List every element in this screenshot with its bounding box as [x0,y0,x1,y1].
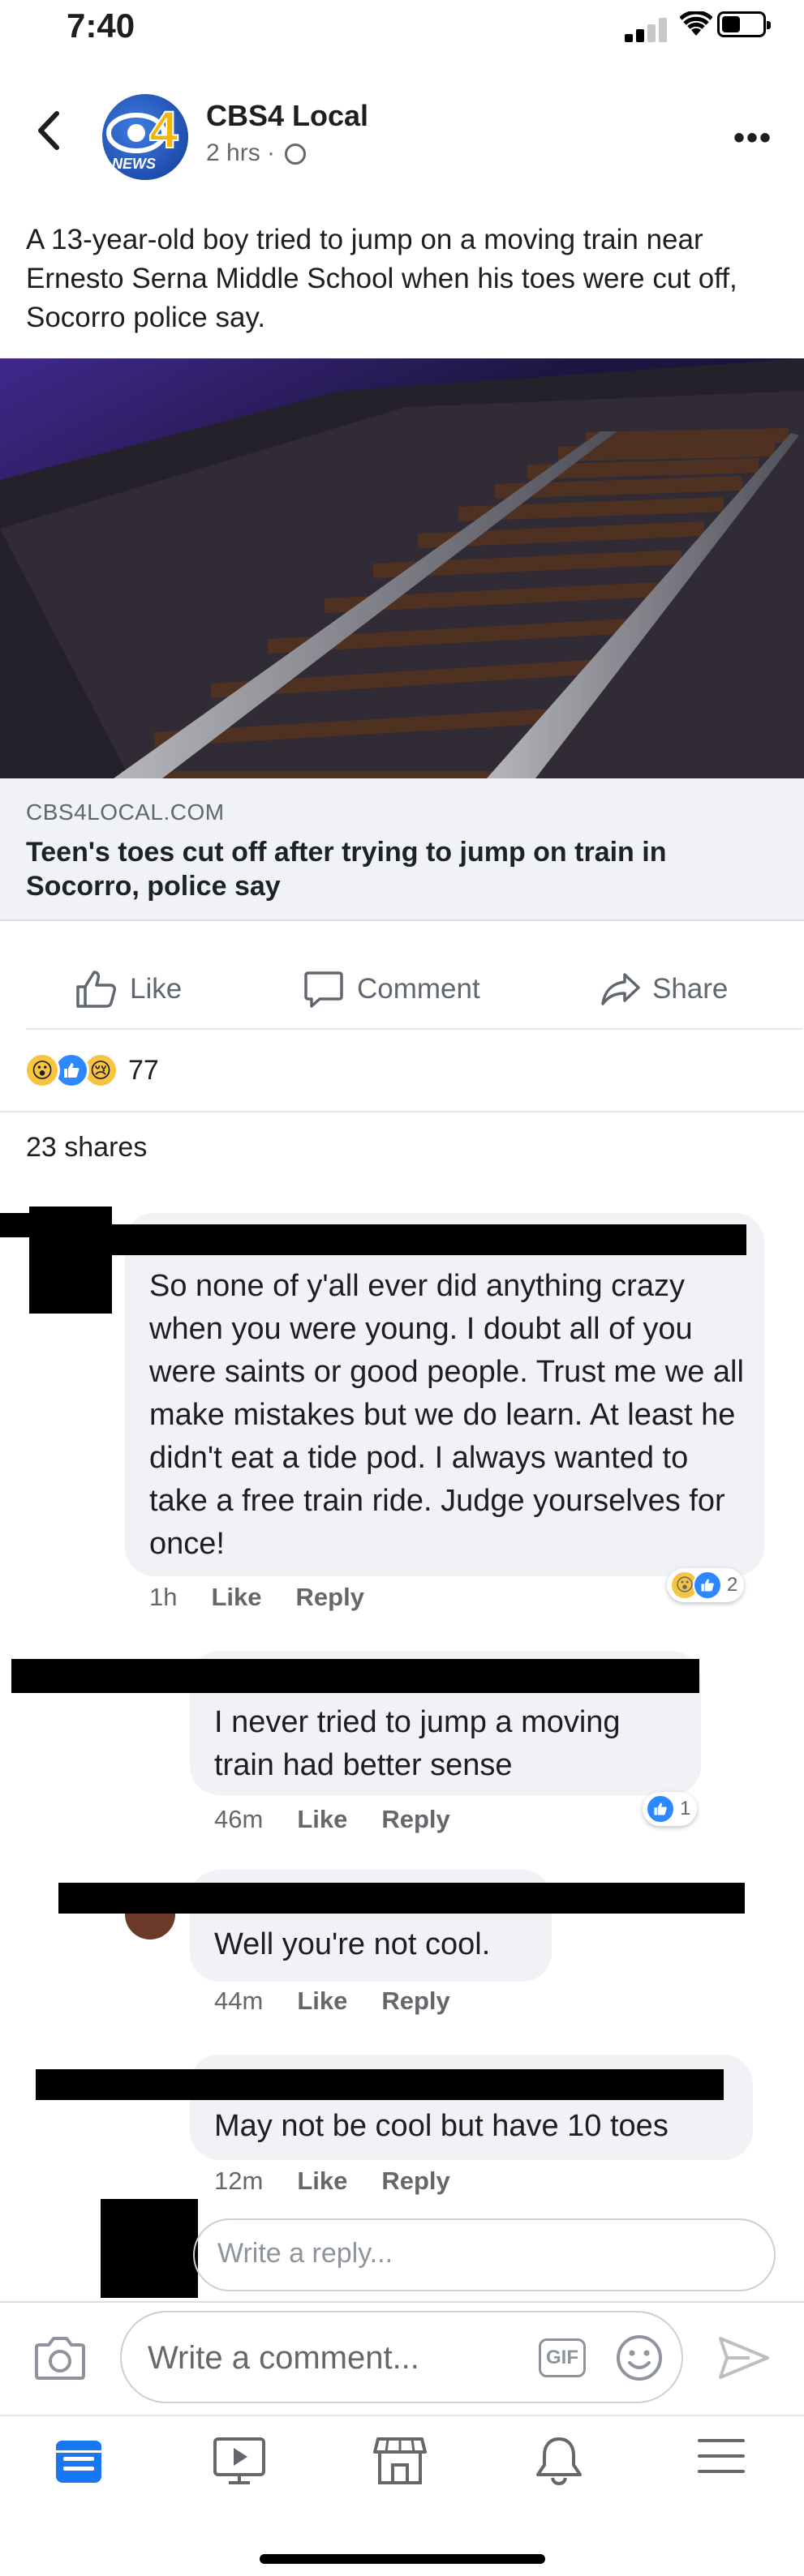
battery-icon [717,11,771,37]
like-reaction-icon [646,1794,675,1824]
comment-time: 1h [149,1583,178,1611]
share-label: Share [652,973,729,1005]
redacted-name [36,2069,724,2100]
railroad-track-image [0,358,804,778]
post-text: A 13-year-old boy tried to jump on a mov… [26,224,737,333]
divider [0,1111,804,1112]
comment-input[interactable]: Write a comment... [120,2311,683,2403]
page-name[interactable]: CBS4 Local [206,99,368,133]
comment-like-button[interactable]: Like [211,1583,261,1612]
redacted-avatar [29,1207,112,1314]
comment-bubble-icon [304,971,343,1008]
reply-input[interactable]: Write a reply... [193,2218,776,2291]
emoji-icon[interactable] [615,2334,664,2382]
comment-button[interactable]: Comment [303,965,480,1014]
back-arrow-icon[interactable] [36,110,60,151]
redacted-name [11,1659,699,1693]
post-timestamp: 2 hrs · [206,139,307,167]
svg-text:4: 4 [149,101,178,159]
avatar-news-text: NEWS [112,156,156,172]
page-avatar[interactable]: 4 NEWS [102,94,188,180]
news-feed-icon[interactable] [54,2436,104,2486]
reaction-count: 77 [128,1054,159,1086]
divider [0,2415,804,2416]
watch-icon[interactable] [213,2436,266,2486]
gif-button[interactable]: GIF [539,2338,586,2377]
notifications-icon[interactable] [534,2436,584,2486]
comment-actions: 1h Like Reply [149,1583,364,1612]
comment-reaction-count: 2 [727,1574,738,1596]
share-count[interactable]: 23 shares [26,1132,147,1164]
comment-time: 46m [214,1805,264,1833]
link-domain: CBS4LOCAL.COM [26,799,225,825]
battery-level [722,16,740,32]
reaction-summary[interactable]: 😮 😢 77 [24,1052,159,1088]
comment-text: May not be cool but have 10 toes [214,2109,669,2143]
divider [26,1028,803,1030]
comment-reply-button[interactable]: Reply [381,1987,449,2016]
comment-reactions[interactable]: 😮 2 [667,1568,745,1602]
more-options-icon[interactable]: ••• [733,120,772,156]
link-preview-image[interactable] [0,358,804,778]
globe-icon [285,144,307,165]
camera-icon[interactable] [34,2335,86,2381]
redacted-name [112,1224,746,1255]
comment-actions: 46m Like Reply [214,1805,450,1834]
share-button[interactable]: Share [600,965,728,1014]
comment-actions: 44m Like Reply [214,1987,450,2016]
wifi-icon [680,11,712,36]
share-arrow-icon [601,973,640,1005]
comment-time: 12m [214,2167,264,2195]
send-icon[interactable] [717,2335,771,2381]
like-label: Like [130,973,183,1005]
like-button[interactable]: Like [75,965,182,1014]
post-time: 2 hrs · [206,139,276,166]
marketplace-icon[interactable] [373,2436,427,2486]
comment-reply-button[interactable]: Reply [381,1805,449,1834]
comment-like-button[interactable]: Like [297,1987,347,2016]
like-reaction-icon [693,1571,722,1600]
comment-reactions[interactable]: 1 [643,1792,698,1826]
cellular-signal-icon [625,16,673,42]
redacted-avatar [101,2199,198,2298]
link-title[interactable]: Teen's toes cut off after trying to jump… [26,835,756,903]
redacted-name [58,1883,745,1914]
comment-time: 44m [214,1987,264,2015]
comment-text: I never tried to jump a moving train had… [214,1705,621,1782]
comment-like-button[interactable]: Like [297,2167,347,2196]
comment-like-button[interactable]: Like [297,1805,347,1834]
wow-reaction-icon: 😮 [24,1052,60,1088]
comment-actions: 12m Like Reply [214,2167,450,2196]
divider [0,2301,804,2303]
comment-text: So none of y'all ever did anything crazy… [149,1269,744,1561]
comment-text: Well you're not cool. [214,1927,491,1961]
comment-label: Comment [357,973,480,1005]
comment-reaction-count: 1 [680,1798,691,1819]
comment-reply-button[interactable]: Reply [381,2167,449,2196]
thumbs-up-icon [76,971,116,1008]
home-indicator[interactable] [260,2554,545,2564]
status-time: 7:40 [67,6,135,45]
comment-reply-button[interactable]: Reply [296,1583,364,1612]
menu-icon[interactable] [698,2436,745,2476]
